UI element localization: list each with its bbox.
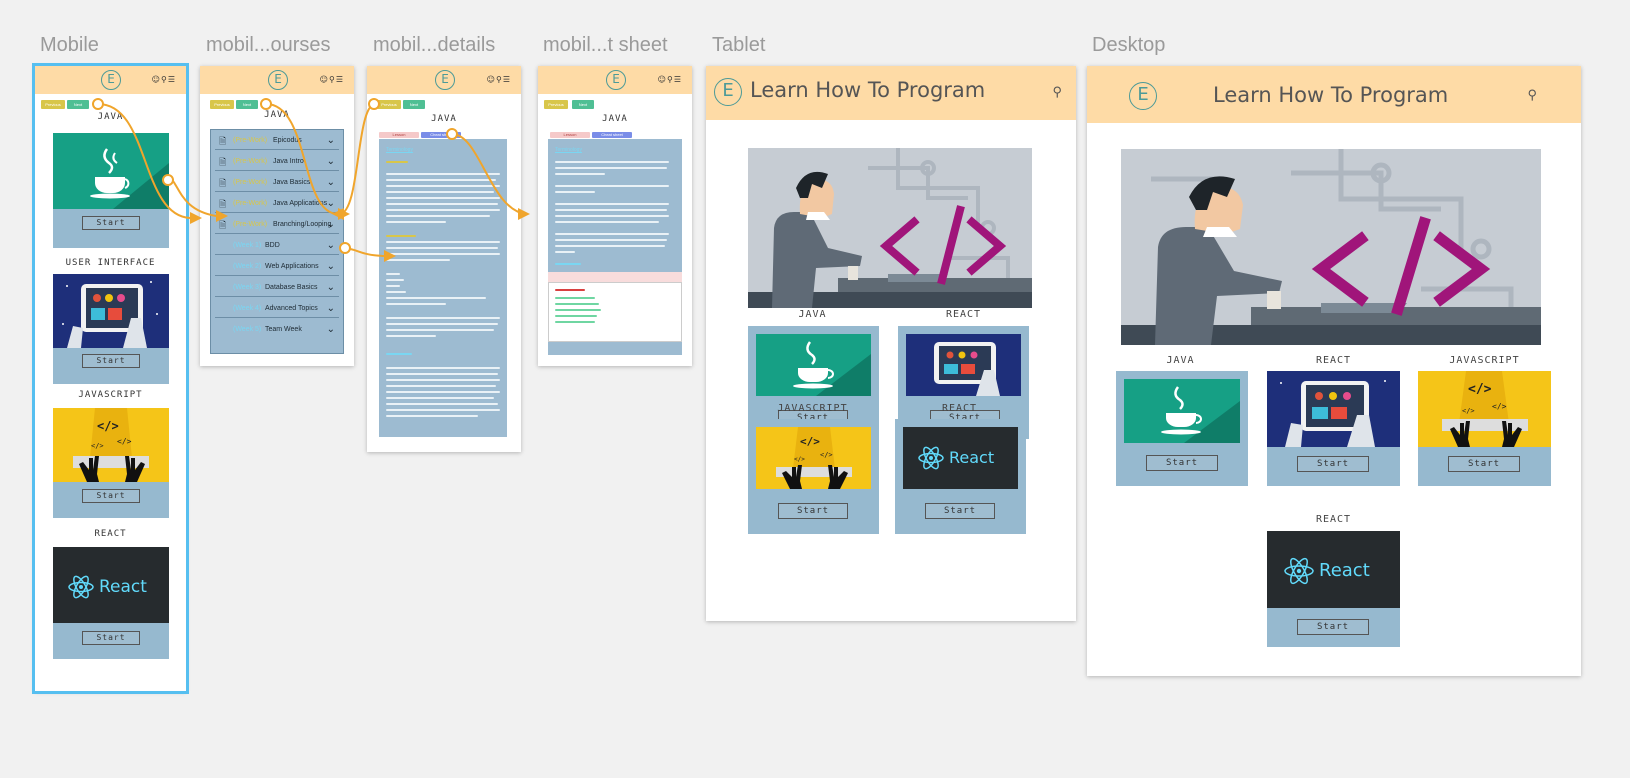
flow-link[interactable] [339,103,375,215]
flow-hotspot[interactable] [446,128,458,140]
arrowhead [384,250,396,262]
arrowhead [216,210,228,222]
flow-hotspot[interactable] [92,98,104,110]
flow-link[interactable] [167,174,217,217]
arrowhead [518,208,530,220]
arrowhead [190,212,202,224]
prototype-flow-links [92,98,530,262]
flow-hotspot[interactable] [260,98,272,110]
flow-hotspot[interactable] [162,174,174,186]
flow-link[interactable] [97,103,191,219]
flow-hotspot[interactable] [368,98,380,110]
flow-link[interactable] [265,103,339,215]
flow-hotspot[interactable] [339,242,351,254]
flow-link[interactable] [451,133,527,215]
